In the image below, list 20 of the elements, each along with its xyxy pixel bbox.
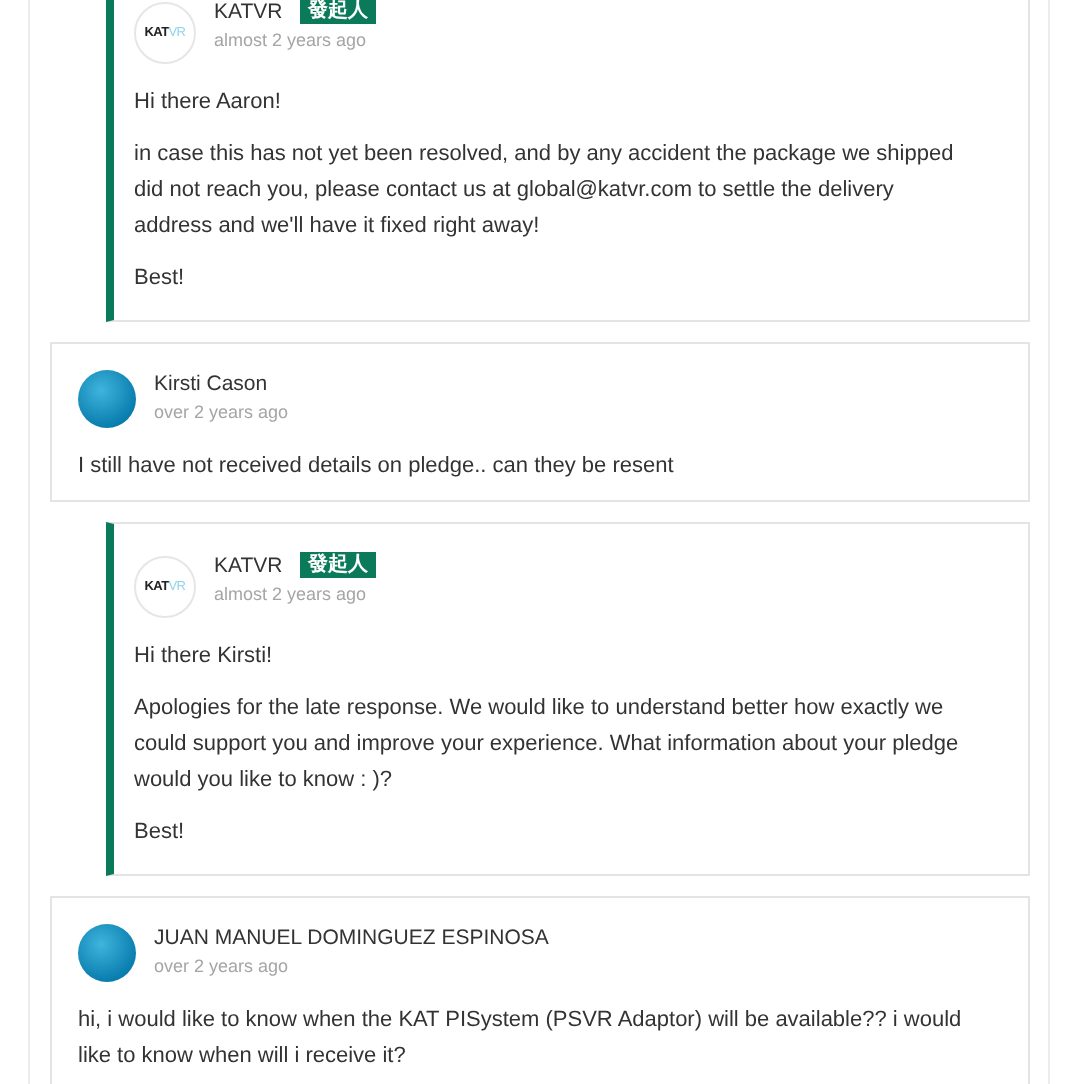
author-name: KATVR [214, 553, 283, 577]
comment-text: Hi there Kirsti! [134, 642, 275, 672]
avatar-icon [78, 370, 136, 428]
timestamp: over 2 years ago [154, 956, 291, 976]
author-name: KATVR [214, 0, 283, 23]
comment-text: in case this has not yet been resolved, and by any accident the package we shipped did not reach you, please contact us at global@katvr.com to settle the delivery address and we'll have it fixed right away! [134, 140, 956, 242]
timestamp: almost 2 years ago [214, 584, 369, 604]
author-name: JUAN MANUEL DOMINGUEZ ESPINOSA [154, 926, 549, 950]
comment-text: I still have not received details on pledge.. can they be resent [78, 452, 676, 482]
timestamp: almost 2 years ago [214, 30, 369, 50]
comment-text: hi, i would like to know when the KAT PISystem (PSVR Adaptor) will be available?? i would like to know when will i receive it? [78, 1006, 964, 1072]
creator-badge: 發起人 [300, 552, 377, 578]
avatar-icon [78, 924, 136, 982]
comment-text: Hi there Aaron! [134, 88, 283, 118]
creator-badge: 發起人 [300, 0, 377, 24]
comment-text: Apologies for the late response. We would like to understand better how exactly we could support you and improve your experience. What information about your pledge would you like to know : )? [134, 694, 961, 796]
comment-text: Best! [134, 818, 187, 848]
comment-text: Best! [134, 264, 187, 294]
timestamp: over 2 years ago [154, 402, 289, 422]
author-name: Kirsti Cason [154, 372, 268, 396]
